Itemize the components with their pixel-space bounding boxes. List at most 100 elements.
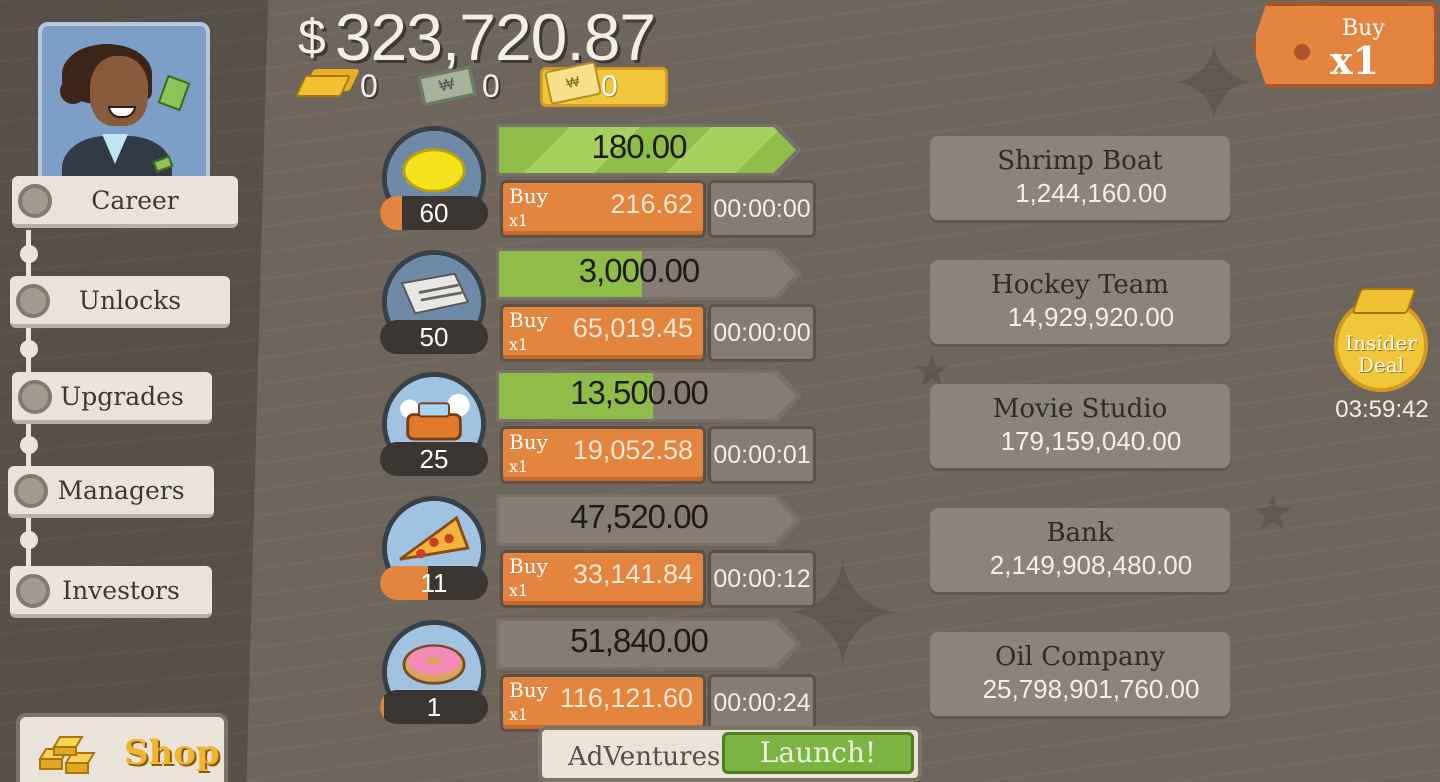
revenue-progress-bar[interactable]: 47,520.00 bbox=[496, 494, 802, 546]
locked-business-name: Bank bbox=[1046, 518, 1114, 548]
owned-count: 11 bbox=[380, 566, 488, 600]
revenue-value: 51,840.00 bbox=[570, 622, 709, 659]
buy-business-button[interactable]: Buy x1 33,141.84 bbox=[500, 550, 706, 608]
cycle-timer: 00:00:12 bbox=[708, 550, 816, 608]
business-row: 50 3,000.00 Buy x1 65,019.45 00:00:00 bbox=[380, 248, 820, 366]
avatar[interactable] bbox=[38, 22, 210, 197]
owned-count-value: 50 bbox=[419, 322, 449, 352]
gold-bar-icon bbox=[294, 75, 352, 97]
sidebar-connector-dot bbox=[20, 531, 38, 549]
insider-deal-timer: 03:59:42 bbox=[1335, 396, 1429, 423]
sidebar-item-label: Managers bbox=[57, 475, 185, 505]
gold-counter: 0 bbox=[294, 66, 378, 106]
shop-label: Shop bbox=[124, 733, 220, 773]
buy-cost: 216.62 bbox=[610, 189, 693, 219]
cash-icon bbox=[157, 74, 191, 112]
buy-business-button[interactable]: Buy x1 65,019.45 bbox=[500, 304, 706, 362]
revenue-progress-bar[interactable]: 180.00 bbox=[496, 124, 802, 176]
sidebar-item-label: Investors bbox=[62, 575, 180, 605]
pin-hole-icon bbox=[18, 380, 52, 414]
buy-label: Buy bbox=[509, 184, 548, 208]
sidebar-connector-dot bbox=[20, 436, 38, 454]
owned-count-value: 11 bbox=[420, 568, 448, 598]
gold-bars-icon bbox=[38, 736, 96, 774]
revenue-value: 3,000.00 bbox=[578, 252, 700, 289]
tag-hole-icon bbox=[1294, 44, 1310, 60]
buy-multiplier: x1 bbox=[509, 705, 529, 724]
owned-count-value: 1 bbox=[426, 692, 442, 722]
buy-business-button[interactable]: Buy x1 19,052.58 bbox=[500, 426, 706, 484]
buy-multiplier-button[interactable]: Buy x1 bbox=[1252, 2, 1438, 88]
sidebar-item-investors[interactable]: Investors bbox=[10, 566, 212, 618]
business-row: 11 47,520.00 Buy x1 33,141.84 00:00:12 bbox=[380, 494, 820, 612]
insider-deal-line1: Insider bbox=[1345, 331, 1417, 355]
revenue-value: 180.00 bbox=[591, 128, 688, 165]
buy-cost: 65,019.45 bbox=[572, 313, 693, 343]
cycle-timer: 00:00:01 bbox=[708, 426, 816, 484]
pin-hole-icon bbox=[16, 574, 50, 608]
buy-label: Buy bbox=[509, 308, 548, 332]
owned-progress bbox=[380, 196, 402, 230]
buy-multiplier: x1 bbox=[509, 581, 529, 600]
locked-business-card[interactable]: Shrimp Boat 1,244,160.00 bbox=[930, 136, 1230, 220]
revenue-value: 13,500.00 bbox=[570, 374, 709, 411]
sidebar-item-label: Upgrades bbox=[60, 381, 184, 411]
ticket-icon: ₩ bbox=[544, 60, 602, 106]
buy-multiplier: x1 bbox=[509, 211, 529, 230]
buy-business-button[interactable]: Buy x1 116,121.60 bbox=[500, 674, 706, 732]
background-star: ✦ bbox=[1168, 23, 1261, 146]
revenue-value: 47,520.00 bbox=[570, 498, 709, 535]
pin-hole-icon bbox=[16, 284, 50, 318]
shop-button[interactable]: Shop bbox=[16, 713, 228, 782]
buy-label: Buy bbox=[509, 678, 548, 702]
locked-business-card[interactable]: Hockey Team 14,929,920.00 bbox=[930, 260, 1230, 344]
locked-business-price: 25,798,901,760.00 bbox=[982, 674, 1200, 704]
adventures-label: AdVentures bbox=[568, 742, 721, 772]
owned-count-value: 25 bbox=[419, 444, 449, 474]
sidebar-item-unlocks[interactable]: Unlocks bbox=[10, 276, 230, 328]
adventures-panel: AdVentures Launch! bbox=[538, 726, 922, 782]
sidebar-item-upgrades[interactable]: Upgrades bbox=[12, 372, 212, 424]
locked-business-card[interactable]: Bank 2,149,908,480.00 bbox=[930, 508, 1230, 592]
cash-value: 323,720.87 bbox=[334, 0, 656, 74]
owned-count: 60 bbox=[380, 196, 488, 230]
launch-button[interactable]: Launch! bbox=[722, 732, 914, 774]
insider-deal-button[interactable]: Insider Deal bbox=[1334, 288, 1428, 392]
ticket-counter[interactable]: ₩ 0 bbox=[540, 60, 668, 107]
gold-value: 0 bbox=[360, 67, 378, 104]
business-row: 1 51,840.00 Buy x1 116,121.60 00:00:24 bbox=[380, 618, 820, 736]
owned-count: 25 bbox=[380, 442, 488, 476]
locked-business-card[interactable]: Movie Studio 179,159,040.00 bbox=[930, 384, 1230, 468]
revenue-progress-bar[interactable]: 51,840.00 bbox=[496, 618, 802, 670]
buy-multiplier: x1 bbox=[509, 335, 529, 354]
currency-symbol: $ bbox=[298, 9, 326, 65]
owned-count: 50 bbox=[380, 320, 488, 354]
buy-multiplier: x1 bbox=[509, 457, 529, 476]
cycle-timer: 00:00:00 bbox=[708, 180, 816, 238]
locked-business-name: Oil Company bbox=[995, 642, 1165, 672]
revenue-progress-bar[interactable]: 3,000.00 bbox=[496, 248, 802, 300]
cycle-timer: 00:00:24 bbox=[708, 674, 816, 732]
sidebar-item-career[interactable]: Career bbox=[12, 176, 238, 228]
gold-bars-icon bbox=[1351, 288, 1417, 314]
ticket-value: 0 bbox=[601, 70, 618, 103]
buy-cost: 19,052.58 bbox=[572, 435, 693, 465]
sidebar-connector-dot bbox=[20, 245, 38, 263]
buy-label: Buy bbox=[509, 554, 548, 578]
locked-business-name: Movie Studio bbox=[992, 394, 1168, 424]
cash-balance: $323,720.87 bbox=[298, 0, 656, 74]
sidebar-item-managers[interactable]: Managers bbox=[8, 466, 214, 518]
pin-hole-icon bbox=[14, 474, 48, 508]
megabucks-value: 0 bbox=[482, 67, 500, 104]
locked-business-card[interactable]: Oil Company 25,798,901,760.00 bbox=[930, 632, 1230, 716]
owned-count: 1 bbox=[380, 690, 488, 724]
revenue-progress-bar[interactable]: 13,500.00 bbox=[496, 370, 802, 422]
pin-hole-icon bbox=[18, 184, 52, 218]
cycle-timer: 00:00:00 bbox=[708, 304, 816, 362]
buy-cost: 33,141.84 bbox=[572, 559, 693, 589]
sidebar-item-label: Career bbox=[91, 185, 179, 215]
buy-business-button[interactable]: Buy x1 216.62 bbox=[500, 180, 706, 238]
megabucks-counter: ₩ 0 bbox=[417, 65, 500, 107]
locked-business-price: 2,149,908,480.00 bbox=[989, 550, 1193, 580]
locked-business-name: Hockey Team bbox=[991, 270, 1169, 300]
